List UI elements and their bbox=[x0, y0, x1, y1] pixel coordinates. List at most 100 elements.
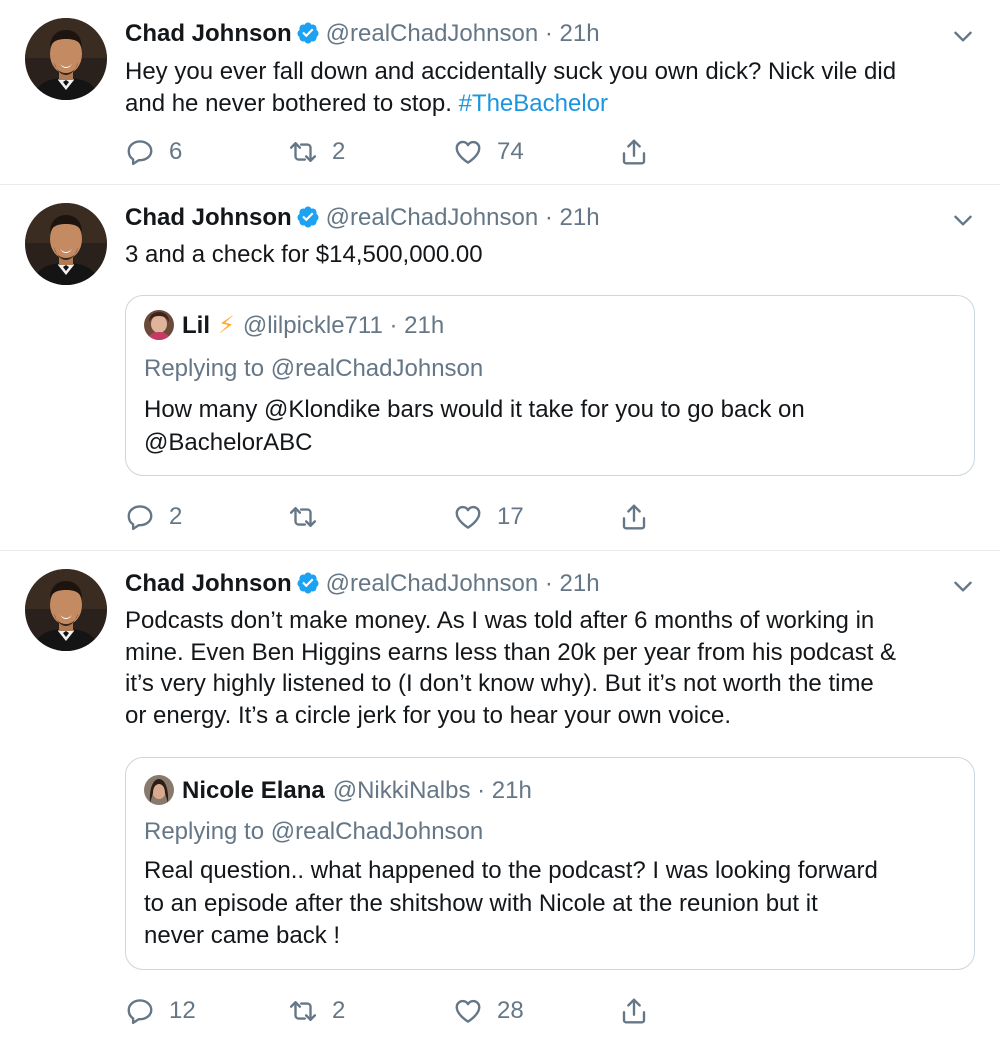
share-button[interactable] bbox=[619, 994, 649, 1028]
share-icon bbox=[619, 137, 649, 167]
tweet-text: Hey you ever fall down and accidentally … bbox=[125, 56, 975, 119]
reply-count: 2 bbox=[169, 503, 183, 530]
retweet-icon bbox=[288, 137, 318, 167]
quoted-text-line: to an episode after the shitshow with Ni… bbox=[144, 889, 818, 917]
author-handle[interactable]: @realChadJohnson bbox=[326, 204, 539, 231]
author-handle[interactable]: @realChadJohnson bbox=[326, 570, 539, 597]
verified-badge-icon bbox=[296, 205, 320, 229]
tweet-text-line: or energy. It’s a circle jerk for you to… bbox=[125, 701, 732, 729]
heart-icon bbox=[453, 502, 483, 532]
retweet-icon bbox=[288, 502, 318, 532]
timestamp[interactable]: 21h bbox=[560, 204, 600, 231]
quoted-text-line: How many @Klondike bars would it take fo… bbox=[144, 396, 805, 423]
author-handle[interactable]: @realChadJohnson bbox=[326, 20, 539, 47]
heart-icon bbox=[453, 996, 483, 1026]
tweet-text-line: it’s very highly listened to (I don’t kn… bbox=[125, 670, 874, 697]
separator: · bbox=[538, 570, 560, 597]
reply-count: 12 bbox=[169, 997, 196, 1024]
separator: · bbox=[538, 20, 560, 47]
quoted-timestamp: 21h bbox=[491, 777, 532, 804]
replying-to: Replying to @realChadJohnson bbox=[144, 355, 484, 382]
reply-count: 6 bbox=[169, 138, 183, 165]
author-name[interactable]: Chad Johnson bbox=[125, 570, 292, 597]
reply-button[interactable]: 6 bbox=[125, 135, 182, 169]
reply-icon bbox=[125, 996, 155, 1026]
tweet-text-segment: and he never bothered to stop. bbox=[125, 89, 459, 117]
quoted-author-name: Nicole Elana bbox=[182, 777, 325, 804]
tweet-actions: 2 17 bbox=[125, 500, 685, 534]
avatar-image bbox=[25, 569, 107, 651]
tweet-text-line: Hey you ever fall down and accidentally … bbox=[125, 58, 897, 85]
lightning-emoji: ⚡ bbox=[218, 312, 235, 339]
avatar[interactable] bbox=[25, 203, 107, 285]
like-button[interactable]: 17 bbox=[453, 500, 524, 534]
retweet-count: 2 bbox=[332, 138, 346, 165]
tweet[interactable]: Chad Johnson @realChadJohnson · 21h 3 and… bbox=[0, 185, 1000, 551]
like-count: 17 bbox=[497, 503, 524, 530]
heart-icon bbox=[453, 137, 483, 167]
quoted-author-handle: @NikkiNalbs bbox=[332, 777, 471, 804]
quoted-avatar bbox=[144, 310, 174, 340]
quoted-tweet[interactable]: Lil ⚡ @lilpickle711 · 21h Replying to @rea… bbox=[125, 295, 975, 476]
tweet-text-line: Podcasts don’t make money. As I was told… bbox=[125, 607, 875, 634]
avatar-image bbox=[25, 18, 107, 100]
retweet-button[interactable] bbox=[288, 500, 332, 534]
share-icon bbox=[619, 996, 649, 1026]
quoted-text-line: never came back ! bbox=[144, 922, 341, 949]
separator: · bbox=[382, 312, 405, 339]
chevron-down-icon[interactable] bbox=[950, 207, 976, 233]
quoted-timestamp: 21h bbox=[404, 312, 445, 339]
tweet-text-line: 3 and a check for $14,500,000.00 bbox=[125, 241, 483, 268]
tweet-header: Chad Johnson @realChadJohnson · 21h bbox=[125, 203, 600, 233]
tweet-actions: 6 2 74 bbox=[125, 135, 685, 169]
tweet[interactable]: Chad Johnson @realChadJohnson · 21h Podca… bbox=[0, 551, 1000, 1037]
like-button[interactable]: 28 bbox=[453, 994, 524, 1028]
replying-to: Replying to @realChadJohnson bbox=[144, 818, 484, 845]
chevron-down-icon[interactable] bbox=[950, 573, 976, 599]
quoted-tweet[interactable]: Nicole Elana @NikkiNalbs · 21h Replying t… bbox=[125, 757, 975, 970]
reply-icon bbox=[125, 137, 155, 167]
hashtag-link[interactable]: #TheBachelor bbox=[459, 90, 608, 117]
retweet-button[interactable]: 2 bbox=[288, 994, 345, 1028]
share-button[interactable] bbox=[619, 500, 649, 534]
tweet-header: Chad Johnson @realChadJohnson · 21h bbox=[125, 569, 600, 599]
timestamp[interactable]: 21h bbox=[560, 20, 600, 47]
separator: · bbox=[470, 777, 492, 804]
author-name[interactable]: Chad Johnson bbox=[125, 204, 292, 231]
avatar[interactable] bbox=[25, 569, 107, 651]
quoted-tweet-text: Real question.. what happened to the pod… bbox=[144, 855, 954, 953]
retweet-button[interactable]: 2 bbox=[288, 135, 345, 169]
retweet-count: 2 bbox=[332, 997, 346, 1024]
tweet-text-line: mine. Even Ben Higgins earns less than 2… bbox=[125, 638, 897, 666]
tweet-actions: 12 2 28 bbox=[125, 994, 685, 1028]
like-count: 74 bbox=[497, 138, 524, 165]
quoted-avatar bbox=[144, 775, 174, 805]
avatar[interactable] bbox=[25, 18, 107, 100]
avatar-image bbox=[25, 203, 107, 285]
quoted-tweet-header: Nicole Elana @NikkiNalbs · 21h bbox=[144, 775, 532, 806]
quoted-text-line: Real question.. what happened to the pod… bbox=[144, 857, 878, 884]
reply-icon bbox=[125, 502, 155, 532]
quoted-author-handle: @lilpickle711 bbox=[242, 312, 383, 339]
tweet-header: Chad Johnson @realChadJohnson · 21h bbox=[125, 19, 600, 49]
share-button[interactable] bbox=[619, 135, 649, 169]
like-button[interactable]: 74 bbox=[453, 135, 524, 169]
like-count: 28 bbox=[497, 997, 524, 1024]
reply-button[interactable]: 2 bbox=[125, 500, 182, 534]
tweet[interactable]: Chad Johnson @realChadJohnson · 21h Hey y… bbox=[0, 0, 1000, 185]
quoted-text-line: @BachelorABC bbox=[144, 428, 313, 456]
retweet-icon bbox=[288, 996, 318, 1026]
chevron-down-icon[interactable] bbox=[950, 23, 976, 49]
quoted-tweet-text: How many @Klondike bars would it take fo… bbox=[144, 394, 954, 459]
verified-badge-icon bbox=[296, 571, 320, 595]
author-name[interactable]: Chad Johnson bbox=[125, 20, 292, 47]
verified-badge-icon bbox=[296, 21, 320, 45]
tweet-text: 3 and a check for $14,500,000.00 bbox=[125, 239, 975, 271]
timestamp[interactable]: 21h bbox=[560, 570, 600, 597]
share-icon bbox=[619, 502, 649, 532]
separator: · bbox=[538, 204, 560, 231]
tweet-text-line: and he never bothered to stop. #TheBache… bbox=[125, 88, 975, 120]
quoted-author-name: Lil bbox=[182, 312, 210, 339]
reply-button[interactable]: 12 bbox=[125, 994, 196, 1028]
quoted-tweet-header: Lil ⚡ @lilpickle711 · 21h bbox=[144, 310, 444, 341]
